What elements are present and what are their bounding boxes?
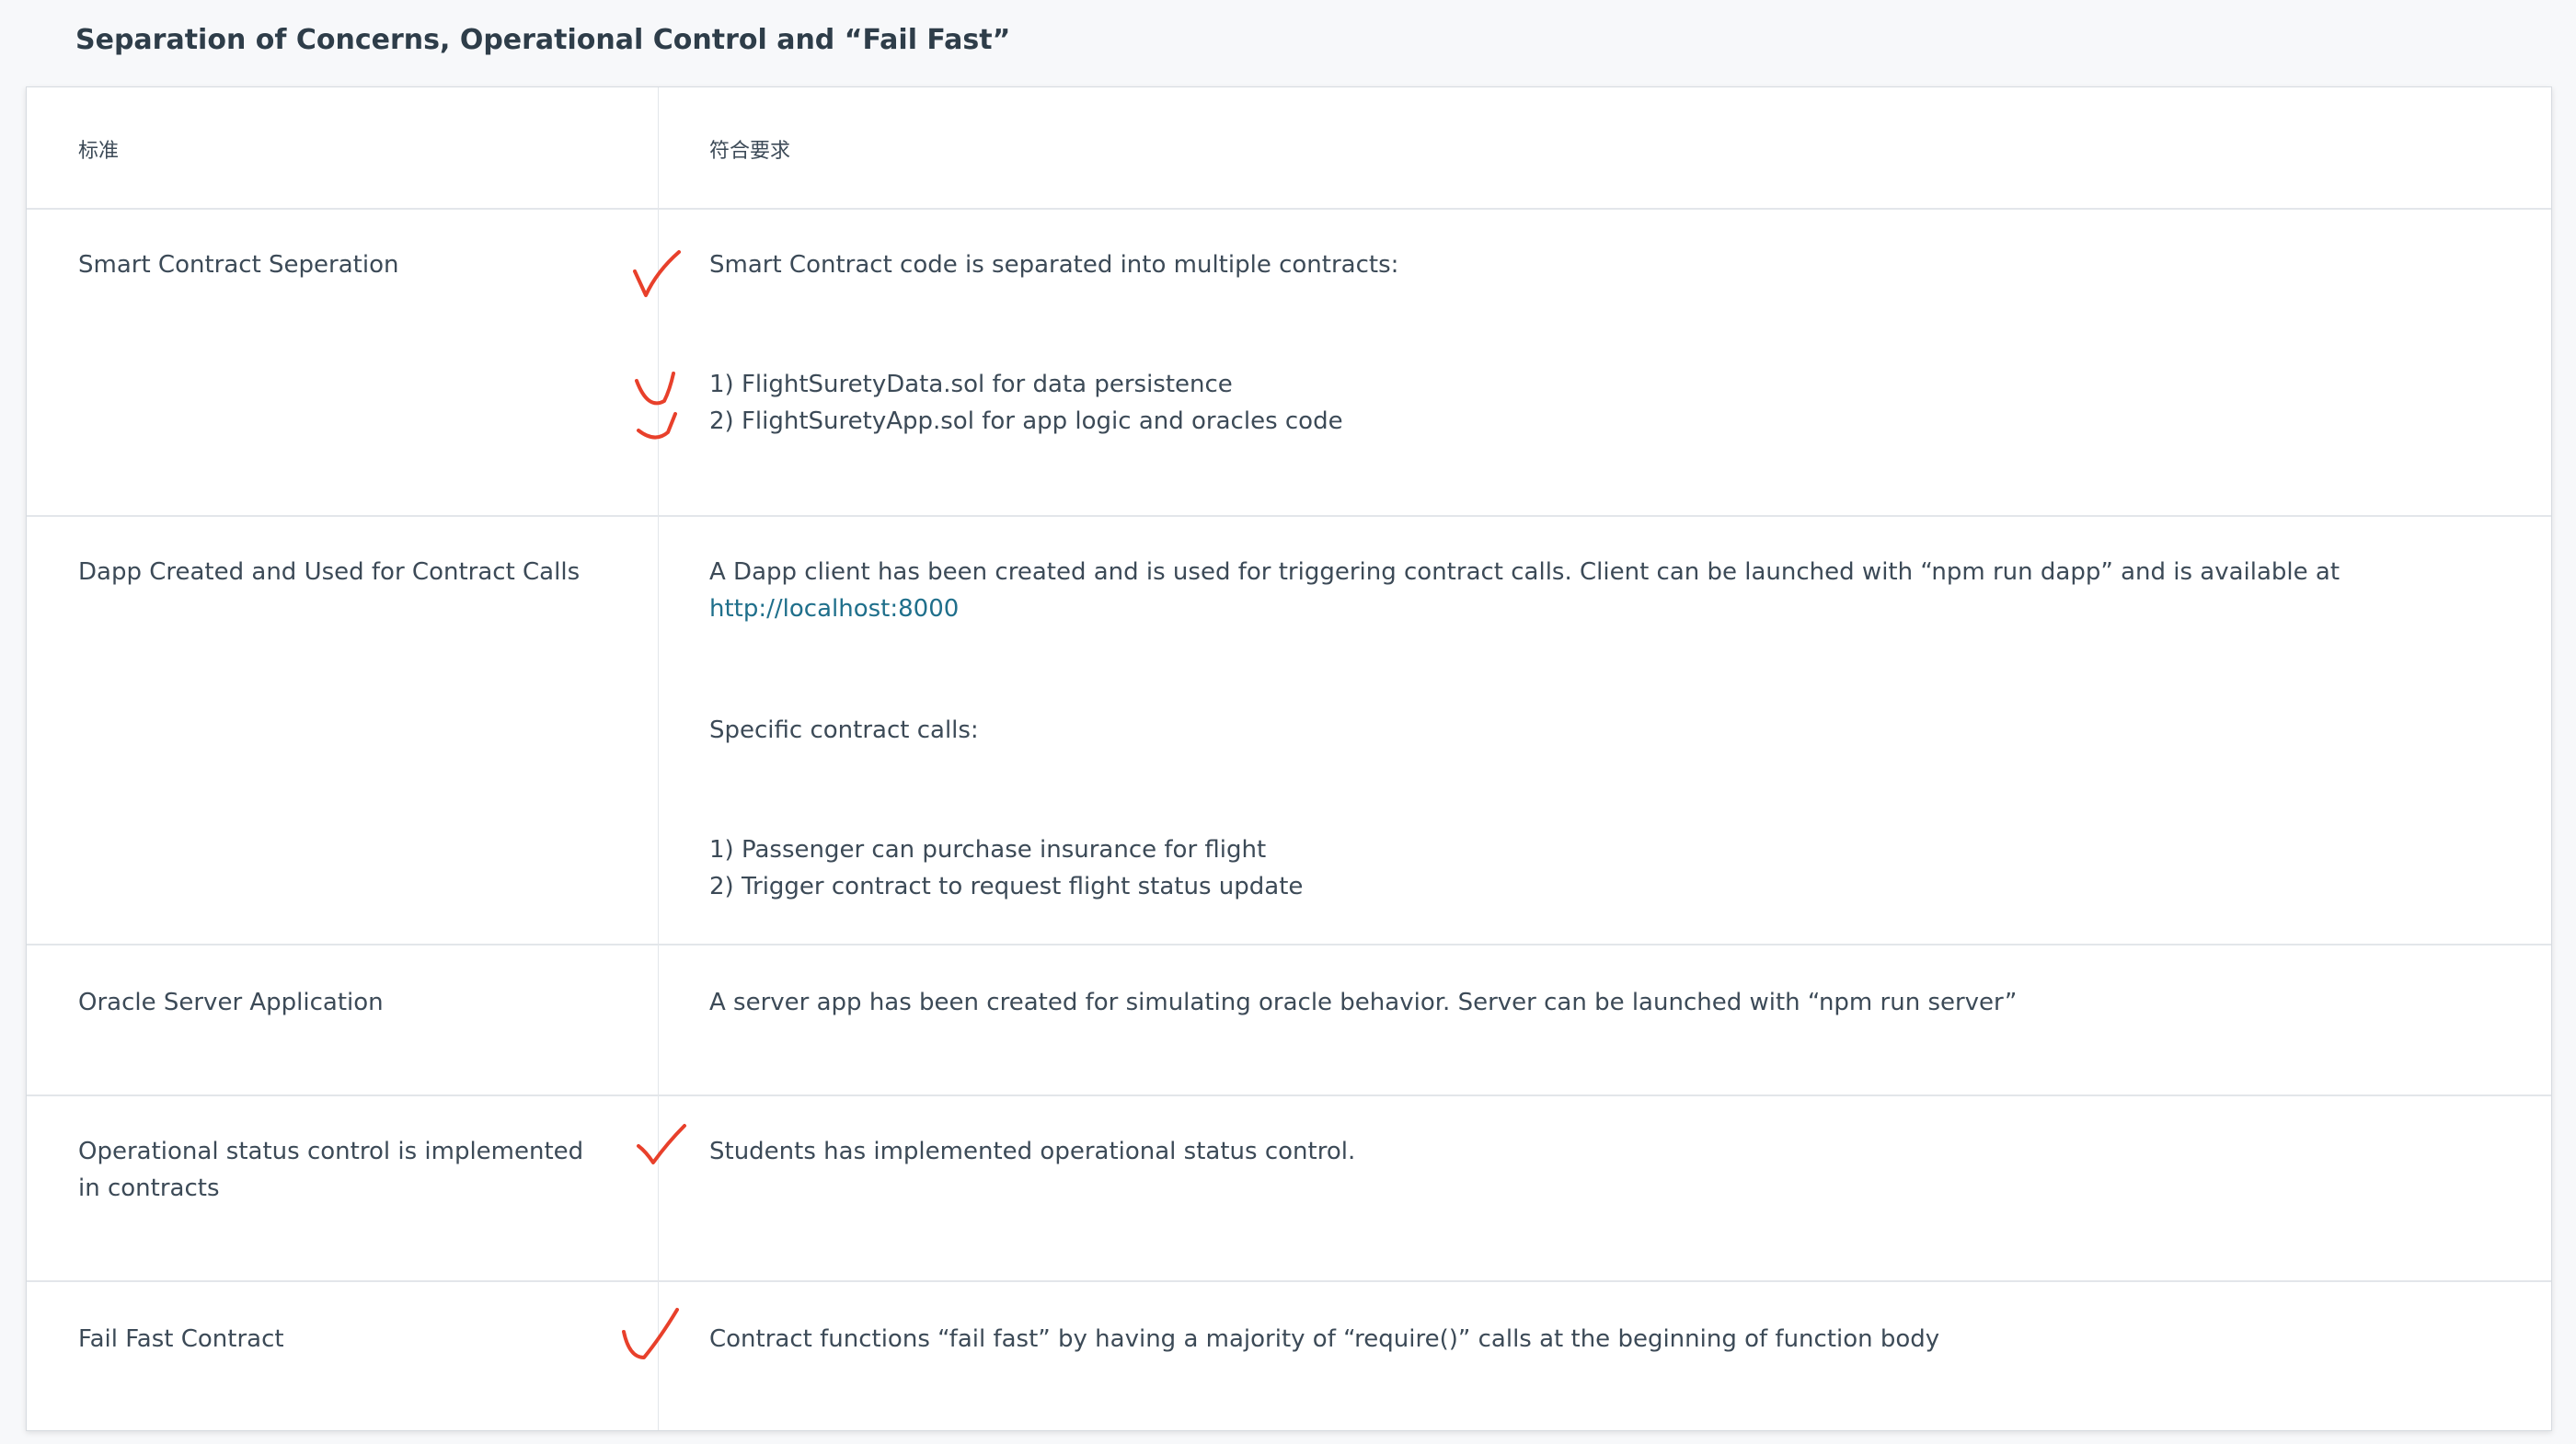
spec-line: A server app has been created for simula… (709, 989, 2018, 1016)
header-criteria: 标准 (78, 140, 120, 163)
table-header-row: 标准 符合要求 (27, 87, 2551, 210)
table-row: Smart Contract Seperation Smart Contract… (27, 210, 2551, 517)
specification-cell: A server app has been created for simula… (709, 984, 2513, 1021)
criteria-cell: Fail Fast Contract (78, 1325, 284, 1353)
table-row: Oracle Server Application A server app h… (27, 945, 2551, 1096)
spec-line: 2) FlightSuretyApp.sol for app logic and… (709, 407, 1343, 435)
table-row: Operational status control is implemente… (27, 1096, 2551, 1282)
page-title: Separation of Concerns, Operational Cont… (75, 24, 1011, 56)
spec-line: Contract functions “fail fast” by having… (709, 1325, 1940, 1353)
specification-cell: Contract functions “fail fast” by having… (709, 1321, 2513, 1358)
localhost-link[interactable]: http://localhost:8000 (709, 595, 959, 623)
spec-line: A Dapp client has been created and is us… (709, 554, 2513, 627)
spec-line: Smart Contract code is separated into mu… (709, 251, 1399, 279)
criteria-cell: Oracle Server Application (78, 989, 384, 1016)
spec-line: 1) FlightSuretyData.sol for data persist… (709, 371, 1233, 398)
spec-line: 1) Passenger can purchase insurance for … (709, 836, 1267, 864)
spec-line: 2) Trigger contract to request flight st… (709, 873, 1304, 900)
spec-line: Students has implemented operational sta… (709, 1138, 1356, 1165)
criteria-cell: Dapp Created and Used for Contract Calls (78, 558, 581, 586)
table-row: Dapp Created and Used for Contract Calls… (27, 517, 2551, 945)
spec-line: Specific contract calls: (709, 716, 979, 744)
specification-cell: Smart Contract code is separated into mu… (709, 246, 2513, 440)
criteria-cell: Operational status control is implemente… (78, 1138, 584, 1202)
rubric-table: 标准 符合要求 Smart Contract Seperation Smart … (26, 86, 2552, 1431)
header-specification: 符合要求 (709, 140, 791, 163)
table-row: Fail Fast Contract Contract functions “f… (27, 1282, 2551, 1430)
specification-cell: A Dapp client has been created and is us… (709, 554, 2513, 905)
criteria-cell: Smart Contract Seperation (78, 251, 399, 279)
spec-text: A Dapp client has been created and is us… (709, 558, 2348, 586)
specification-cell: Students has implemented operational sta… (709, 1133, 2513, 1170)
